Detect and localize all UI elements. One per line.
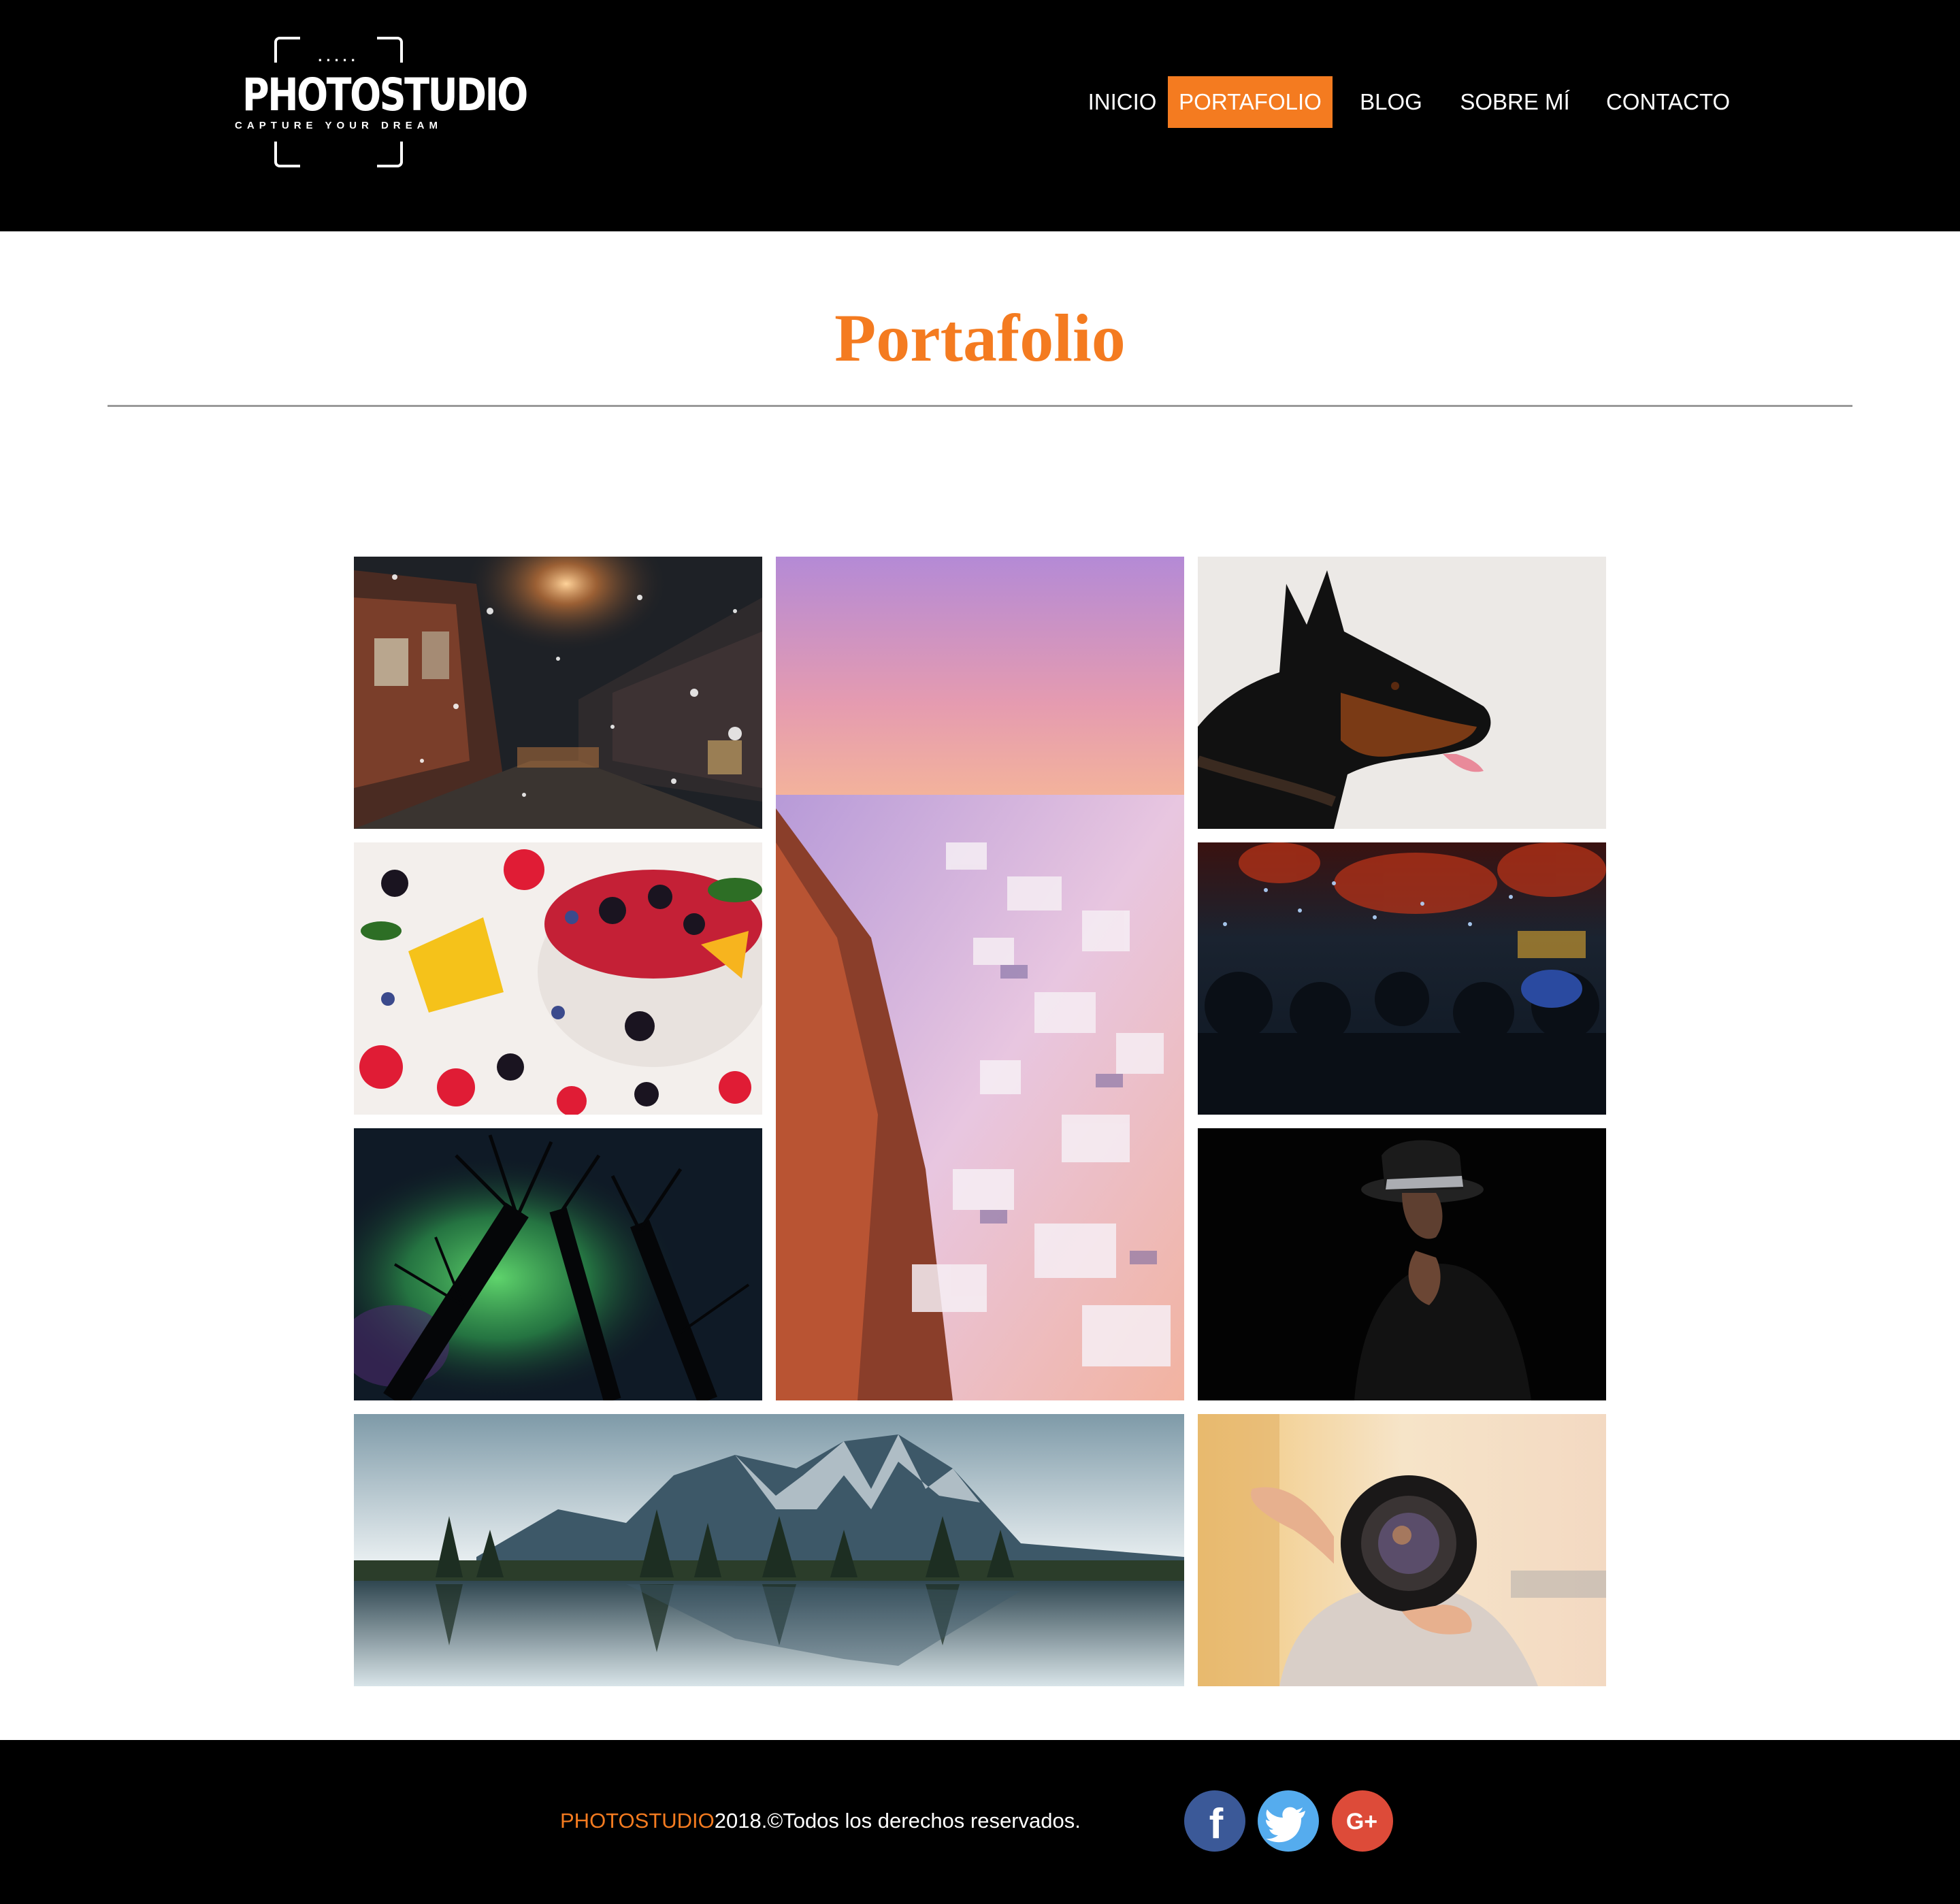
nav-item-portafolio[interactable]: PORTAFOLIO <box>1168 76 1333 128</box>
copyright-text: PHOTOSTUDIO2018.©Todos los derechos rese… <box>560 1804 1081 1838</box>
title-divider <box>108 405 1852 407</box>
twitter-icon[interactable] <box>1258 1790 1319 1852</box>
gallery-photo-concert-crowd[interactable] <box>1198 842 1606 1115</box>
svg-text:f: f <box>1209 1801 1224 1848</box>
svg-text:G+: G+ <box>1346 1809 1377 1835</box>
gallery-photo-fruit-bowl[interactable] <box>354 842 762 1115</box>
gallery-photo-mountain-lake[interactable] <box>354 1414 1184 1686</box>
page-title: Portafolio <box>834 300 1126 376</box>
gallery-photo-woman-in-hat[interactable] <box>1198 1128 1606 1400</box>
logo-dots: ..... <box>318 48 359 65</box>
nav-item-contacto[interactable]: CONTACTO <box>1597 76 1739 128</box>
main-nav: INICIO PORTAFOLIO BLOG SOBRE MÍ CONTACTO <box>0 76 1960 128</box>
nav-item-sobre-mi[interactable]: SOBRE MÍ <box>1451 76 1579 128</box>
google-plus-icon[interactable]: G+ <box>1332 1790 1393 1852</box>
gallery-photo-snowy-street[interactable] <box>354 557 762 829</box>
gallery-photo-doberman[interactable] <box>1198 557 1606 829</box>
nav-item-inicio[interactable]: INICIO <box>1080 76 1164 128</box>
logo-frame-corner <box>274 142 300 167</box>
logo-frame-corner <box>377 142 403 167</box>
gallery-photo-photographer[interactable] <box>1198 1414 1606 1686</box>
footer-copyright: 2018.©Todos los derechos reservados. <box>714 1809 1081 1833</box>
gallery-photo-santorini[interactable] <box>776 557 1184 1400</box>
footer-brand: PHOTOSTUDIO <box>560 1809 715 1833</box>
nav-item-blog[interactable]: BLOG <box>1351 76 1431 128</box>
facebook-icon[interactable]: f <box>1184 1790 1245 1852</box>
gallery-photo-northern-lights[interactable] <box>354 1128 762 1400</box>
site-footer: PHOTOSTUDIO2018.©Todos los derechos rese… <box>0 1740 1960 1904</box>
site-header: ..... PHOTOSTUDIO CAPTURE YOUR DREAM INI… <box>0 0 1960 231</box>
